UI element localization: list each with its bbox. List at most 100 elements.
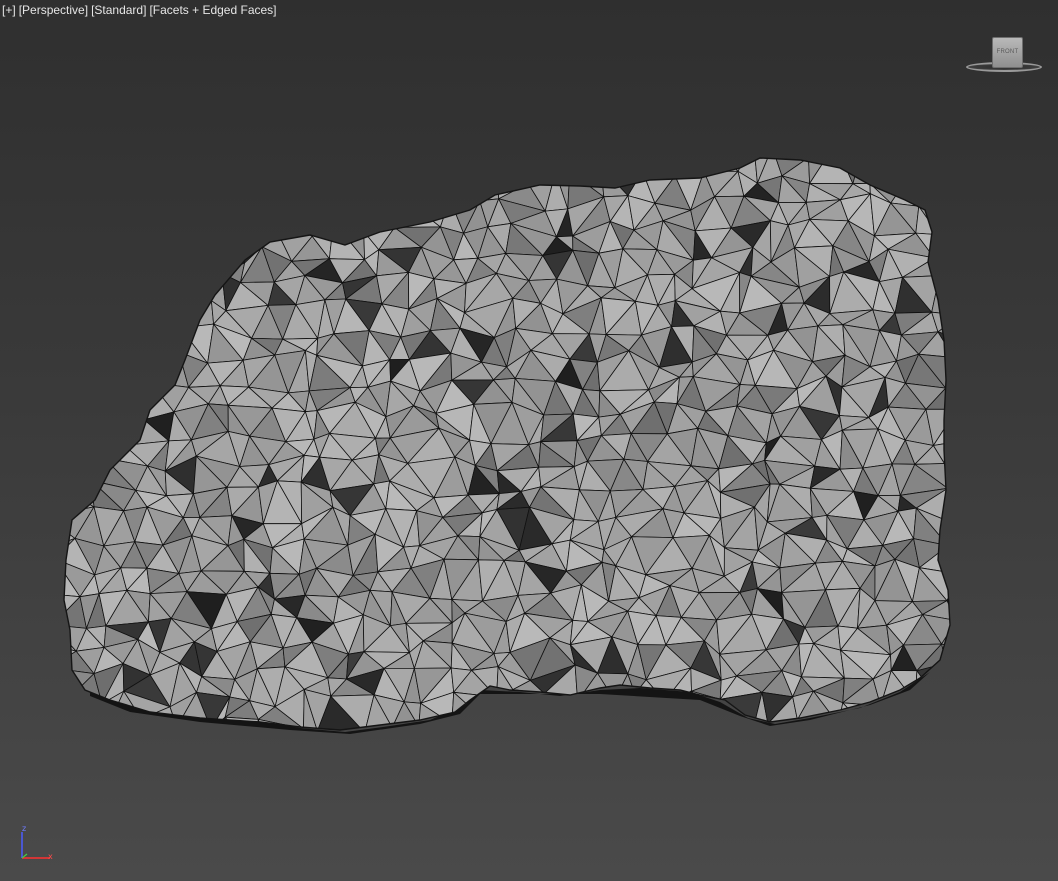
mesh-face bbox=[964, 693, 998, 726]
axis-z-label: z bbox=[22, 824, 27, 833]
mesh-face bbox=[86, 359, 122, 385]
mesh-face bbox=[64, 326, 79, 355]
mesh-face bbox=[562, 158, 606, 173]
mesh-face bbox=[167, 725, 187, 730]
mesh-face bbox=[635, 731, 670, 751]
mesh-face bbox=[980, 230, 1004, 246]
mesh-face bbox=[481, 717, 502, 730]
mesh-face bbox=[678, 717, 726, 730]
mesh-face bbox=[64, 175, 74, 208]
mesh-face bbox=[209, 220, 246, 265]
mesh-face bbox=[526, 158, 565, 173]
mesh-face bbox=[125, 364, 152, 384]
mesh-face bbox=[954, 358, 976, 379]
mesh-face bbox=[64, 434, 68, 461]
viewcube[interactable]: FRONT bbox=[962, 34, 1046, 80]
mesh-face bbox=[93, 719, 130, 730]
mesh-face bbox=[64, 456, 93, 491]
mesh-face bbox=[88, 303, 118, 337]
mesh-face bbox=[298, 158, 336, 176]
mesh-face bbox=[144, 351, 180, 384]
mesh-face bbox=[64, 699, 77, 730]
mesh-face bbox=[967, 461, 1003, 484]
mesh-face bbox=[589, 699, 631, 720]
mesh-face bbox=[29, 459, 54, 489]
mesh-face bbox=[373, 726, 397, 730]
mesh-face bbox=[527, 158, 557, 184]
mesh-face bbox=[85, 256, 120, 286]
mesh-face bbox=[411, 177, 451, 205]
mesh-face bbox=[600, 158, 632, 168]
mesh-face bbox=[931, 274, 950, 316]
mesh-face bbox=[576, 699, 616, 720]
mesh-face bbox=[65, 700, 103, 730]
mesh-face bbox=[960, 521, 991, 542]
mesh-face bbox=[211, 158, 234, 176]
mesh-face bbox=[193, 253, 223, 286]
mesh-face bbox=[348, 200, 395, 233]
mesh-face bbox=[86, 334, 121, 365]
mesh-face bbox=[317, 731, 364, 759]
mesh-face bbox=[348, 170, 394, 204]
mesh-face bbox=[703, 158, 739, 172]
mesh-face bbox=[268, 158, 300, 183]
mesh-face bbox=[84, 193, 109, 232]
mesh-face bbox=[965, 149, 994, 177]
rock-mesh[interactable] bbox=[0, 0, 1058, 881]
mesh-face bbox=[215, 158, 258, 184]
mesh-face bbox=[590, 717, 631, 730]
mesh-face bbox=[106, 314, 138, 337]
mesh-face bbox=[270, 200, 291, 221]
mesh-face bbox=[16, 206, 60, 233]
mesh-face bbox=[163, 171, 193, 195]
mesh-face bbox=[182, 172, 215, 210]
mesh-face bbox=[932, 692, 950, 730]
mesh-face bbox=[99, 158, 141, 180]
mesh-face bbox=[64, 205, 78, 237]
mesh-face bbox=[559, 700, 592, 720]
mesh-face bbox=[289, 173, 334, 207]
mesh-face bbox=[417, 158, 455, 179]
mesh-face bbox=[914, 669, 934, 703]
mesh-face bbox=[302, 728, 321, 730]
mesh-face bbox=[392, 168, 413, 205]
mesh-face bbox=[271, 173, 302, 208]
mesh-face bbox=[95, 256, 141, 285]
mesh-face bbox=[451, 158, 499, 185]
mesh-face bbox=[953, 484, 988, 523]
mesh-face bbox=[65, 444, 106, 459]
mesh-face bbox=[512, 689, 545, 726]
mesh-face bbox=[106, 205, 141, 221]
mesh-face bbox=[724, 720, 757, 730]
mesh-face bbox=[138, 158, 166, 175]
mesh-face bbox=[944, 691, 950, 730]
mesh-face bbox=[181, 253, 205, 286]
mesh-face bbox=[333, 733, 374, 759]
mesh-face bbox=[64, 352, 89, 383]
viewcube-front-face[interactable]: FRONT bbox=[992, 37, 1023, 68]
mesh-face bbox=[178, 158, 213, 175]
mesh-face bbox=[393, 158, 419, 171]
mesh-face bbox=[869, 158, 905, 185]
mesh-face bbox=[176, 726, 213, 730]
mesh-face bbox=[947, 483, 950, 524]
mesh-face bbox=[530, 716, 562, 730]
mesh-face bbox=[191, 172, 217, 210]
mesh-face bbox=[194, 220, 211, 256]
mesh-face bbox=[945, 662, 950, 694]
mesh-face bbox=[891, 158, 923, 186]
mesh-face bbox=[64, 158, 74, 179]
mesh-face bbox=[964, 678, 998, 704]
mesh-face bbox=[543, 692, 579, 718]
mesh-face bbox=[128, 718, 170, 730]
perspective-viewport[interactable]: [+] [Perspective] [Standard] [Facets + E… bbox=[0, 0, 1058, 881]
mesh-face bbox=[64, 306, 79, 330]
mesh-face bbox=[210, 209, 246, 223]
mesh-face bbox=[101, 380, 127, 411]
mesh-face bbox=[960, 569, 982, 590]
mesh-face bbox=[332, 168, 351, 201]
mesh-face bbox=[332, 199, 351, 223]
mesh-face bbox=[933, 233, 949, 259]
mesh-face bbox=[110, 718, 142, 730]
mesh-face bbox=[24, 282, 60, 312]
